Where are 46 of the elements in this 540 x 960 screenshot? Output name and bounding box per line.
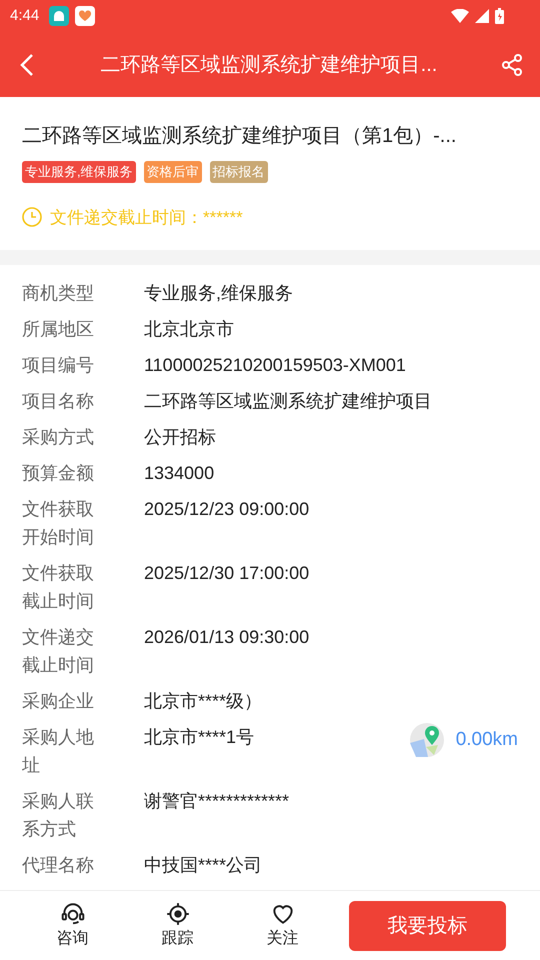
- project-title: 二环路等区域监测系统扩建维护项目（第1包）-...: [22, 124, 458, 149]
- field-label: 项目名称: [22, 390, 95, 413]
- field-value: 二环路等区域监测系统扩建维护项目: [144, 390, 433, 413]
- field-value: 北京市****级）: [144, 690, 264, 713]
- signal-icon: [475, 9, 489, 23]
- action-button[interactable]: 咨询: [20, 900, 125, 950]
- action-button[interactable]: 关注: [230, 900, 335, 950]
- field-value: 2025/12/23 09:00:00: [144, 498, 310, 521]
- field-value: 11000025210200159503-XM001: [144, 354, 407, 377]
- field-label: 文件获取开始时间: [22, 498, 95, 549]
- field-value: 2025/12/30 17:00:00: [144, 562, 310, 585]
- clock-icon: [22, 207, 42, 228]
- field-label: 商机类型: [22, 282, 95, 305]
- tag: 专业服务,维保服务: [22, 161, 136, 182]
- notification-app-icon: [75, 6, 96, 26]
- deadline-text: 文件递交截止时间：******: [50, 206, 243, 228]
- field-label: 采购人联系方式: [22, 790, 95, 841]
- field-label: 采购人地址: [22, 726, 95, 777]
- field-value: 2026/01/13 09:30:00: [144, 626, 310, 649]
- field-value: 北京市****1号: [144, 726, 256, 749]
- map-pin-icon: [410, 723, 444, 757]
- wifi-icon: [451, 9, 469, 23]
- field-label: 预算金额: [22, 462, 95, 485]
- field-label: 项目编号: [22, 354, 95, 377]
- field-label: 所属地区: [22, 318, 95, 341]
- field-label: 代理名称: [22, 854, 95, 877]
- field-value: 公开招标: [144, 426, 217, 449]
- field-label: 采购企业: [22, 690, 95, 713]
- bid-button[interactable]: 我要投标: [349, 900, 506, 950]
- field-value: 中技国****公司: [144, 854, 264, 877]
- field-label: 文件获取截止时间: [22, 562, 95, 613]
- headset-icon: [60, 900, 86, 926]
- action-button[interactable]: 跟踪: [125, 900, 230, 950]
- status-time: 4:44: [10, 6, 40, 26]
- page-title: 二环路等区域监测系统扩建维护项目...: [100, 52, 438, 78]
- tag: 招标报名: [210, 161, 268, 182]
- field-value: 北京北京市: [144, 318, 235, 341]
- target-icon: [164, 900, 190, 926]
- battery-icon: [495, 8, 504, 24]
- field-value: 专业服务,维保服务: [144, 282, 294, 305]
- field-value: 谢警官*************: [144, 790, 290, 813]
- field-label: 文件递交截止时间: [22, 626, 95, 677]
- tag: 资格后审: [144, 161, 202, 182]
- notification-app-icon: [49, 6, 70, 26]
- field-value: 1334000: [144, 462, 216, 485]
- field-label: 采购方式: [22, 426, 95, 449]
